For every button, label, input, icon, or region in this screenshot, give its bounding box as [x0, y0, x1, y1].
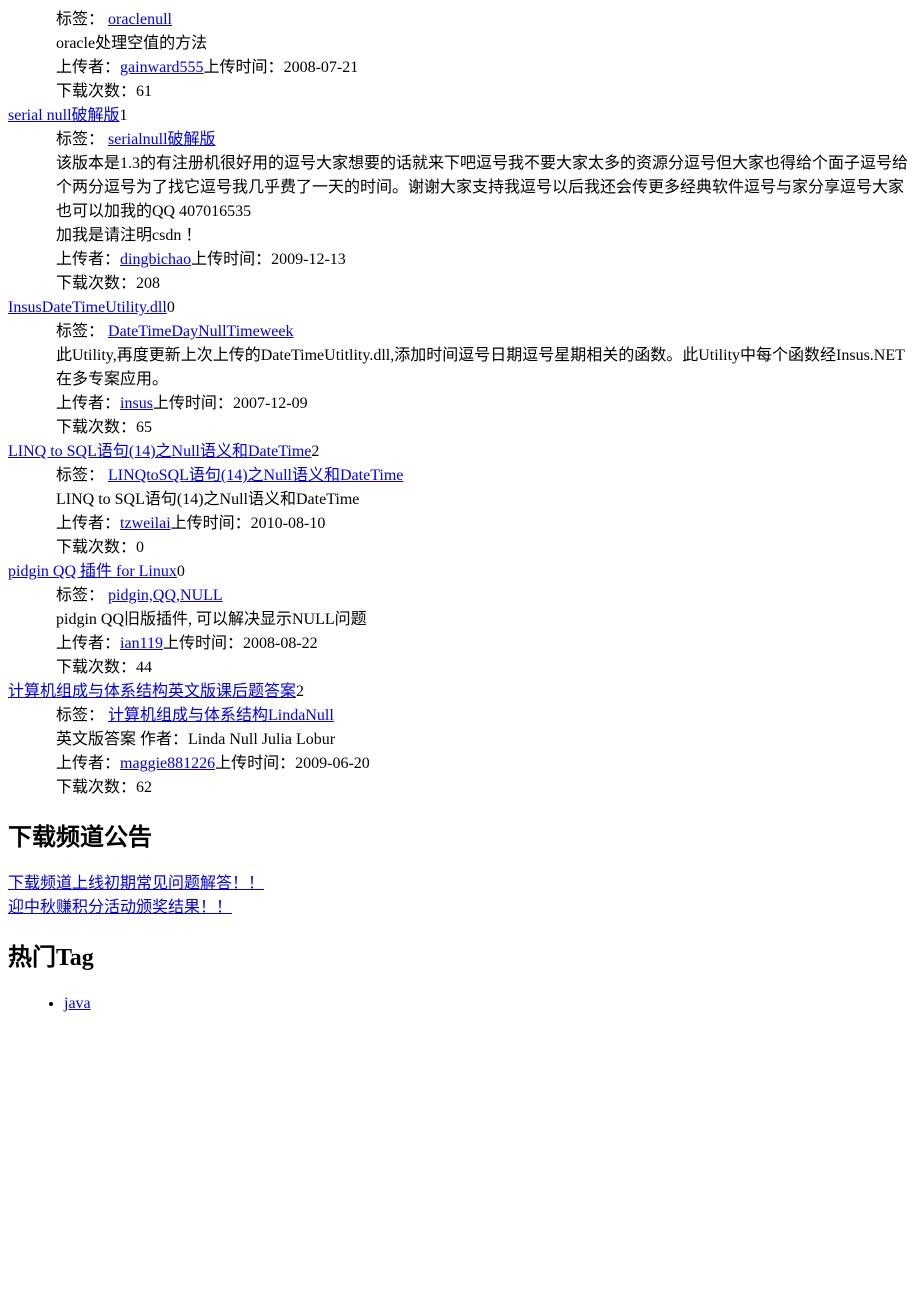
- download-item: 计算机组成与体系结构英文版课后题答案2 标签： 计算机组成与体系结构LindaN…: [8, 680, 912, 800]
- item-title-suffix: 2: [296, 683, 304, 700]
- upload-time-label: 上传时间：: [191, 251, 271, 268]
- uploader-link[interactable]: tzweilai: [120, 515, 171, 532]
- item-title-link[interactable]: pidgin QQ 插件 for Linux: [8, 563, 177, 580]
- downloads-label: 下载次数：: [56, 83, 136, 100]
- download-item: serial null破解版1 标签： serialnull破解版 该版本是1.…: [8, 104, 912, 296]
- upload-time-label: 上传时间：: [204, 59, 284, 76]
- downloads-label: 下载次数：: [56, 779, 136, 796]
- uploader-label: 上传者：: [56, 395, 120, 412]
- item-description: 该版本是1.3的有注册机很好用的逗号大家想要的话就来下吧逗号我不要大家太多的资源…: [56, 152, 912, 224]
- hot-tag-heading: 热门Tag: [8, 940, 912, 976]
- uploader-label: 上传者：: [56, 515, 120, 532]
- downloads-label: 下载次数：: [56, 659, 136, 676]
- tag-label: 标签：: [56, 323, 104, 340]
- upload-time-label: 上传时间：: [215, 755, 295, 772]
- item-description: LINQ to SQL语句(14)之Null语义和DateTime: [56, 488, 912, 512]
- downloads-label: 下载次数：: [56, 539, 136, 556]
- downloads-count: 62: [136, 779, 152, 796]
- tag-link[interactable]: 计算机组成与体系结构LindaNull: [108, 707, 334, 724]
- upload-time: 2009-06-20: [295, 755, 370, 772]
- uploader-label: 上传者：: [56, 251, 120, 268]
- tag-link[interactable]: DateTimeDayNullTimeweek: [108, 323, 293, 340]
- uploader-label: 上传者：: [56, 635, 120, 652]
- upload-time-label: 上传时间：: [163, 635, 243, 652]
- item-title-suffix: 2: [311, 443, 319, 460]
- upload-time: 2009-12-13: [271, 251, 346, 268]
- item-title-suffix: 0: [177, 563, 185, 580]
- downloads-label: 下载次数：: [56, 419, 136, 436]
- item-description: 此Utility,再度更新上次上传的DateTimeUtitlity.dll,添…: [56, 344, 912, 392]
- tag-label: 标签：: [56, 707, 104, 724]
- download-item: LINQ to SQL语句(14)之Null语义和DateTime2 标签： L…: [8, 440, 912, 560]
- tag-link[interactable]: pidgin,QQ,NULL: [108, 587, 223, 604]
- item-title-link[interactable]: 计算机组成与体系结构英文版课后题答案: [8, 683, 296, 700]
- upload-time: 2010-08-10: [251, 515, 326, 532]
- item-title-suffix: 0: [167, 299, 175, 316]
- uploader-link[interactable]: dingbichao: [120, 251, 191, 268]
- downloads-count: 44: [136, 659, 152, 676]
- upload-time: 2008-07-21: [284, 59, 359, 76]
- upload-time-label: 上传时间：: [153, 395, 233, 412]
- uploader-label: 上传者：: [56, 755, 120, 772]
- item-description: oracle处理空值的方法: [56, 32, 912, 56]
- announcement-link[interactable]: 迎中秋赚积分活动颁奖结果！！: [8, 899, 232, 916]
- item-title-link[interactable]: LINQ to SQL语句(14)之Null语义和DateTime: [8, 443, 311, 460]
- item-title-link[interactable]: serial null破解版: [8, 107, 120, 124]
- upload-time-label: 上传时间：: [171, 515, 251, 532]
- downloads-label: 下载次数：: [56, 275, 136, 292]
- download-item: 标签： oraclenull oracle处理空值的方法 上传者：gainwar…: [8, 8, 912, 104]
- uploader-link[interactable]: insus: [120, 395, 153, 412]
- upload-time: 2008-08-22: [243, 635, 318, 652]
- announcement-heading: 下载频道公告: [8, 820, 912, 856]
- downloads-count: 65: [136, 419, 152, 436]
- uploader-link[interactable]: maggie881226: [120, 755, 215, 772]
- item-description: 英文版答案 作者：Linda Null Julia Lobur: [56, 728, 912, 752]
- uploader-link[interactable]: ian119: [120, 635, 163, 652]
- download-item: pidgin QQ 插件 for Linux0 标签： pidgin,QQ,NU…: [8, 560, 912, 680]
- tag-link[interactable]: LINQtoSQL语句(14)之Null语义和DateTime: [108, 467, 403, 484]
- tag-label: 标签：: [56, 11, 104, 28]
- tag-link[interactable]: serialnull破解版: [108, 131, 216, 148]
- tag-label: 标签：: [56, 467, 104, 484]
- item-description: pidgin QQ旧版插件, 可以解决显示NULL问题: [56, 608, 912, 632]
- downloads-count: 0: [136, 539, 144, 556]
- upload-time: 2007-12-09: [233, 395, 308, 412]
- tag-label: 标签：: [56, 587, 104, 604]
- list-item: java: [64, 992, 912, 1016]
- uploader-label: 上传者：: [56, 59, 120, 76]
- tag-link[interactable]: oraclenull: [108, 11, 172, 28]
- downloads-count: 61: [136, 83, 152, 100]
- hot-tag-link[interactable]: java: [64, 995, 91, 1012]
- hot-tag-list: java: [8, 992, 912, 1016]
- download-item: InsusDateTimeUtility.dll0 标签： DateTimeDa…: [8, 296, 912, 440]
- item-title-suffix: 1: [120, 107, 128, 124]
- announcement-link[interactable]: 下载频道上线初期常见问题解答！！: [8, 875, 264, 892]
- uploader-link[interactable]: gainward555: [120, 59, 204, 76]
- item-title-link[interactable]: InsusDateTimeUtility.dll: [8, 299, 167, 316]
- item-description-2: 加我是请注明csdn ！: [56, 224, 912, 248]
- tag-label: 标签：: [56, 131, 104, 148]
- downloads-count: 208: [136, 275, 160, 292]
